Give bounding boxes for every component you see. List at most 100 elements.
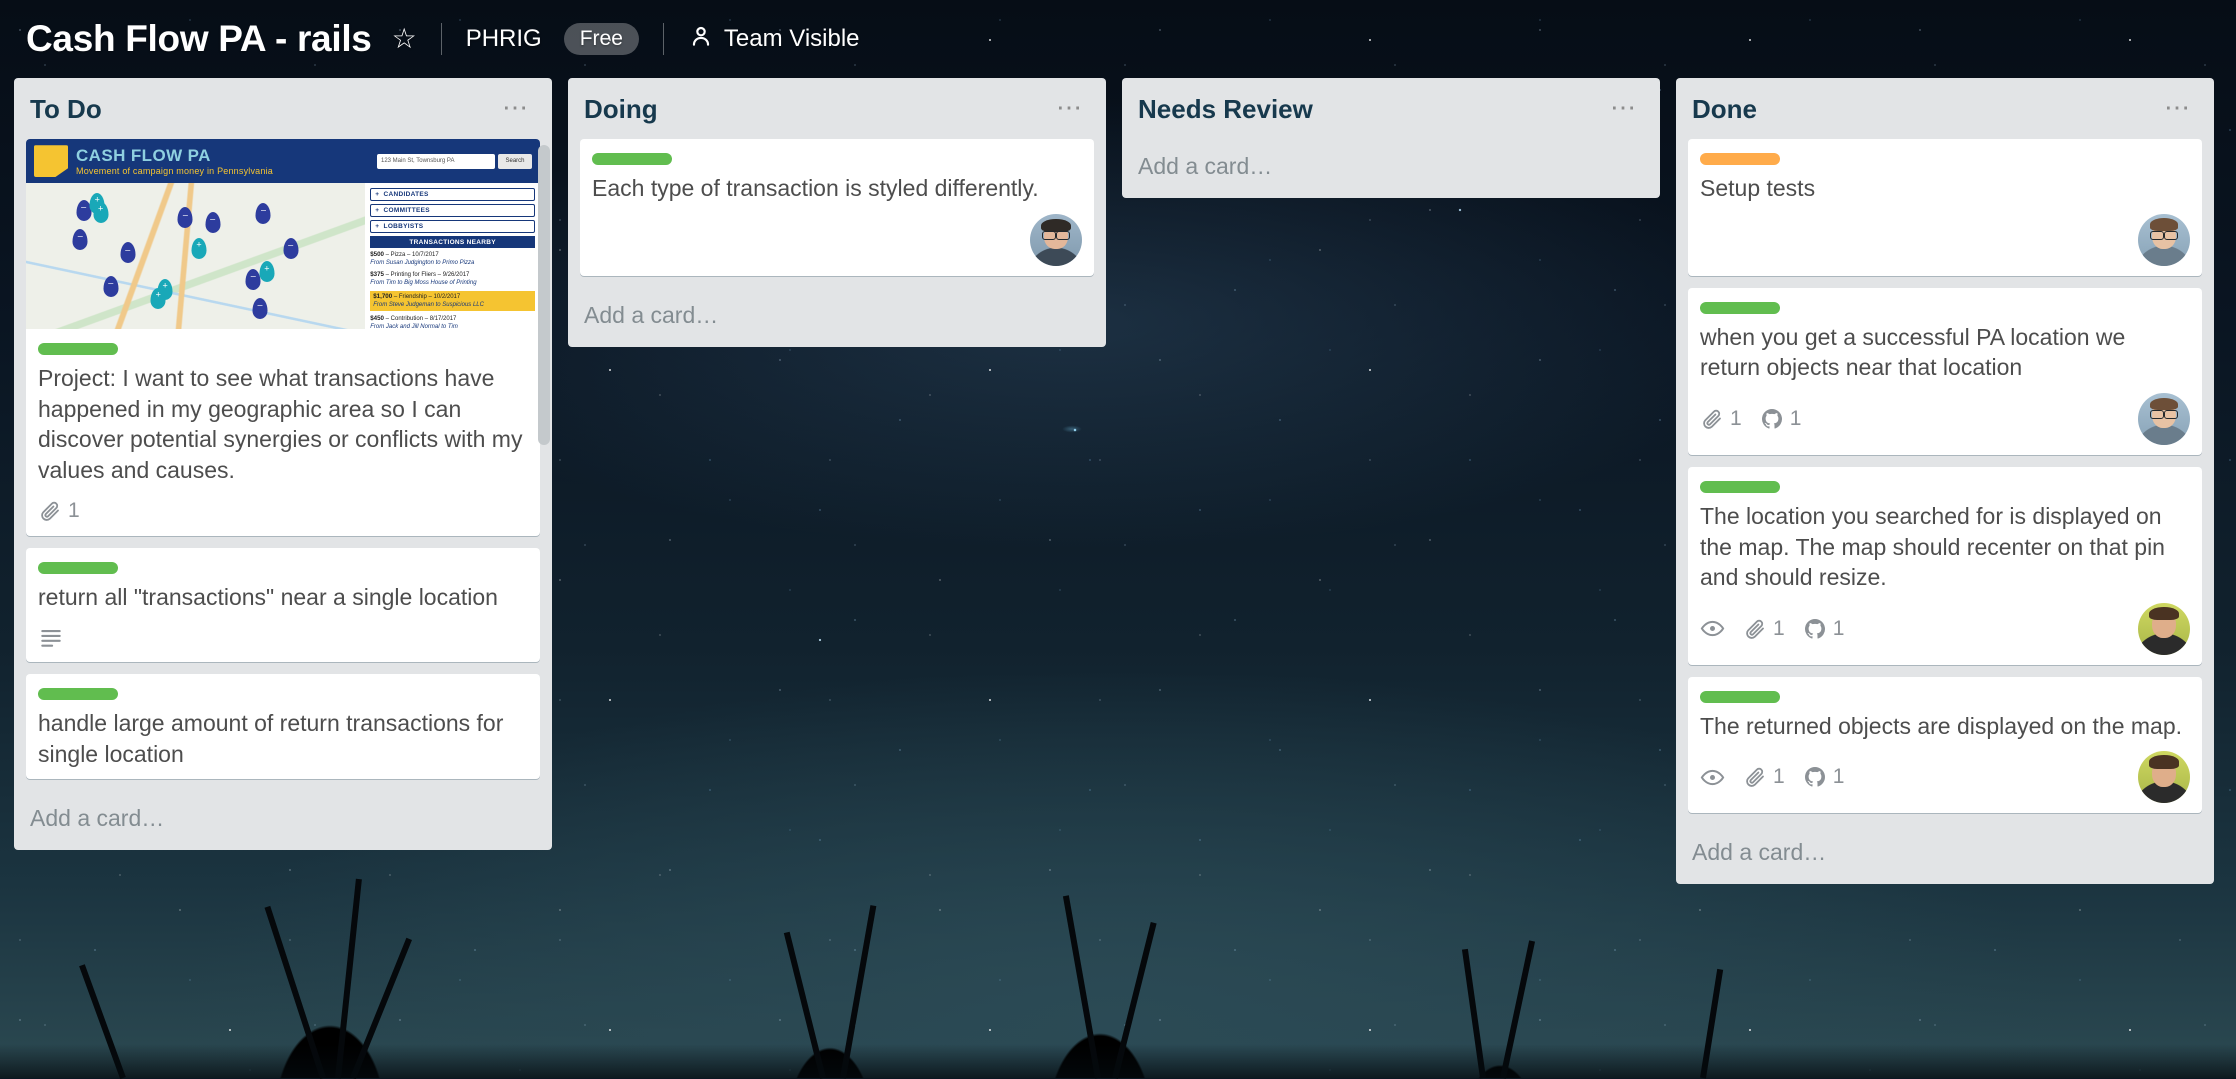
card-badges: 1 1 bbox=[1700, 603, 2190, 655]
add-card-button[interactable]: Add a card… bbox=[14, 791, 552, 850]
map-pin: – bbox=[178, 207, 193, 228]
card-title: Setup tests bbox=[1700, 173, 2190, 204]
badge-eye bbox=[1700, 616, 1725, 641]
card-title: return all "transactions" near a single … bbox=[38, 582, 528, 613]
cover-accordion: + CANDIDATES bbox=[370, 188, 535, 201]
ellipsis-icon[interactable]: ⋯ bbox=[1048, 94, 1092, 120]
add-card-button[interactable]: Add a card… bbox=[568, 288, 1106, 347]
card-title: Each type of transaction is styled diffe… bbox=[592, 173, 1082, 204]
list-scrollbar[interactable] bbox=[538, 145, 550, 445]
cover-transactions-header: TRANSACTIONS NEARBY bbox=[370, 236, 535, 248]
add-card-button[interactable]: Add a card… bbox=[1676, 825, 2214, 884]
card-title: Project: I want to see what transactions… bbox=[38, 363, 528, 485]
card[interactable]: CASH FLOW PA Movement of campaign money … bbox=[26, 139, 540, 535]
list-title[interactable]: Doing bbox=[584, 94, 658, 125]
ellipsis-icon[interactable]: ⋯ bbox=[1602, 94, 1646, 120]
star-icon: ☆ bbox=[392, 25, 417, 53]
list-header: Done ⋯ bbox=[1676, 78, 2214, 139]
list-title[interactable]: Needs Review bbox=[1138, 94, 1313, 125]
list-title[interactable]: To Do bbox=[30, 94, 102, 125]
badge-github: 1 bbox=[1760, 407, 1802, 431]
list-cards: Setup tests when you get a successful PA… bbox=[1676, 139, 2214, 825]
badge-description bbox=[38, 624, 64, 650]
visibility-button[interactable]: Team Visible bbox=[676, 15, 872, 64]
badge-count: 1 bbox=[1833, 617, 1845, 641]
cover-search-group: 123 Main St, Townsburg PA Search bbox=[377, 154, 532, 169]
add-card-button[interactable]: Add a card… bbox=[1122, 139, 1660, 198]
card-title: The location you searched for is display… bbox=[1700, 501, 2190, 593]
map-pin: – bbox=[103, 276, 118, 297]
card[interactable]: handle large amount of return transactio… bbox=[26, 674, 540, 779]
list-needs-review: Needs Review ⋯ Add a card… bbox=[1122, 78, 1660, 198]
glasses-icon bbox=[2150, 410, 2177, 417]
map-pin: – bbox=[283, 238, 298, 259]
badge-eye bbox=[1700, 765, 1725, 790]
badge-count: 1 bbox=[68, 499, 80, 523]
cover-brand: CASH FLOW PA bbox=[76, 147, 273, 164]
badge-paperclip: 1 bbox=[1743, 765, 1785, 789]
card-cover-image: CASH FLOW PA Movement of campaign money … bbox=[26, 139, 540, 329]
badge-paperclip: 1 bbox=[1700, 407, 1742, 431]
badge-count: 1 bbox=[1790, 407, 1802, 431]
badge-paperclip: 1 bbox=[1743, 617, 1785, 641]
map-pin: – bbox=[120, 242, 135, 263]
cover-tagline: Movement of campaign money in Pennsylvan… bbox=[76, 166, 273, 176]
badge-count: 1 bbox=[1833, 765, 1845, 789]
card[interactable]: The returned objects are displayed on th… bbox=[1688, 677, 2202, 814]
list-title[interactable]: Done bbox=[1692, 94, 1757, 125]
board-lists-container: To Do ⋯ CASH FLOW PA Movement of campaig… bbox=[0, 78, 2236, 1078]
visibility-label: Team Visible bbox=[724, 25, 860, 53]
cover-body: –++––––+–––++–+– + CANDIDATES+ COMMITTEE… bbox=[26, 183, 540, 329]
map-pin: – bbox=[205, 212, 220, 233]
card[interactable]: return all "transactions" near a single … bbox=[26, 548, 540, 663]
badge-github: 1 bbox=[1803, 765, 1845, 789]
card[interactable]: Each type of transaction is styled diffe… bbox=[580, 139, 1094, 276]
card-label bbox=[38, 562, 118, 574]
board-title[interactable]: Cash Flow PA - rails bbox=[18, 16, 380, 62]
cover-transaction: $450 – Contribution – 8/17/2017From Jack… bbox=[370, 315, 535, 329]
avatar[interactable] bbox=[1030, 214, 1082, 266]
avatar[interactable] bbox=[2138, 751, 2190, 803]
card[interactable]: when you get a successful PA location we… bbox=[1688, 288, 2202, 455]
star-button[interactable]: ☆ bbox=[380, 17, 429, 61]
card[interactable]: The location you searched for is display… bbox=[1688, 467, 2202, 665]
board-header: Cash Flow PA - rails ☆ PHRIG Free Team V… bbox=[0, 0, 2236, 78]
cover-map: –++––––+–––++–+– bbox=[26, 183, 365, 329]
card-label bbox=[1700, 481, 1780, 493]
ellipsis-icon[interactable]: ⋯ bbox=[494, 94, 538, 120]
map-pin: – bbox=[253, 298, 268, 319]
card-title: handle large amount of return transactio… bbox=[38, 708, 528, 769]
glasses-icon bbox=[1042, 231, 1069, 238]
card-badges: 1 bbox=[38, 496, 528, 526]
card[interactable]: Setup tests bbox=[1688, 139, 2202, 276]
card-title: when you get a successful PA location we… bbox=[1700, 322, 2190, 383]
list-doing: Doing ⋯ Each type of transaction is styl… bbox=[568, 78, 1106, 347]
plan-badge: Free bbox=[564, 23, 639, 55]
card-label bbox=[1700, 153, 1780, 165]
cover-search-button: Search bbox=[498, 154, 532, 169]
map-pin: + bbox=[192, 238, 207, 259]
card-badges bbox=[38, 622, 528, 652]
avatar[interactable] bbox=[2138, 603, 2190, 655]
card-badges bbox=[592, 214, 1082, 266]
card-label bbox=[592, 153, 672, 165]
avatar[interactable] bbox=[2138, 393, 2190, 445]
badge-paperclip: 1 bbox=[38, 499, 80, 523]
header-divider-1 bbox=[441, 23, 442, 55]
team-button[interactable]: PHRIG Free bbox=[454, 15, 651, 63]
ellipsis-icon[interactable]: ⋯ bbox=[2156, 94, 2200, 120]
card-label bbox=[38, 343, 118, 355]
list-cards: Each type of transaction is styled diffe… bbox=[568, 139, 1106, 288]
glasses-icon bbox=[2150, 231, 2177, 238]
list-header: Needs Review ⋯ bbox=[1122, 78, 1660, 139]
cover-transaction: $375 – Printing for Fliers – 9/26/2017Fr… bbox=[370, 271, 535, 287]
badge-count: 1 bbox=[1730, 407, 1742, 431]
cover-app-header: CASH FLOW PA Movement of campaign money … bbox=[26, 139, 540, 183]
card-label bbox=[1700, 691, 1780, 703]
cover-logo-icon bbox=[34, 145, 68, 177]
badge-count: 1 bbox=[1773, 617, 1785, 641]
list-header: To Do ⋯ bbox=[14, 78, 552, 139]
badge-count: 1 bbox=[1773, 765, 1785, 789]
card-title: The returned objects are displayed on th… bbox=[1700, 711, 2190, 742]
avatar[interactable] bbox=[2138, 214, 2190, 266]
